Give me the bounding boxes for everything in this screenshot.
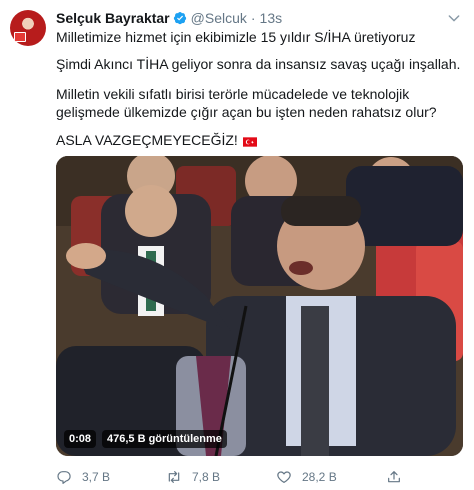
tweet-line-1: Milletimize hizmet için ekibimizle 15 yı…: [56, 29, 416, 45]
tweet-line-4-text: ASLA VAZGEÇMEYECEĞİZ!: [56, 132, 238, 148]
retweet-icon: [168, 471, 180, 483]
turkey-flag-icon: [242, 137, 257, 147]
avatar-flag-badge: [14, 32, 26, 42]
reply-count: 3,7 B: [82, 470, 111, 484]
like-count: 28,2 B: [302, 470, 337, 484]
video-thumbnail: [56, 156, 463, 456]
tweet-line-2: Şimdi Akıncı TİHA geliyor sonra da insan…: [56, 56, 461, 72]
share-icon: [388, 471, 400, 483]
tweet: Selçuk Bayraktar @Selcuk · 13s Milletimi…: [0, 0, 474, 490]
like-button[interactable]: 28,2 B: [276, 469, 337, 485]
video-player[interactable]: 0:08 476,5 B görüntülenme: [56, 156, 463, 456]
author-handle[interactable]: @Selcuk: [191, 10, 247, 26]
tweet-header: Selçuk Bayraktar @Selcuk · 13s: [56, 9, 282, 27]
tweet-timestamp[interactable]: 13s: [260, 10, 283, 26]
avatar[interactable]: [10, 10, 46, 46]
tweet-text: Milletimize hizmet için ekibimizle 15 yı…: [56, 28, 460, 148]
tweet-line-3: Milletin vekili sıfatlı birisi terörle m…: [56, 86, 437, 120]
retweet-button[interactable]: 7,8 B: [166, 469, 220, 485]
like-icon: [277, 471, 291, 483]
tweet-actions: 3,7 B 7,8 B 28,2 B: [56, 469, 456, 485]
verified-badge-icon: [173, 12, 186, 25]
separator-dot: ·: [250, 10, 256, 26]
author-name[interactable]: Selçuk Bayraktar: [56, 10, 170, 26]
video-duration: 0:08: [64, 430, 97, 448]
reply-button[interactable]: 3,7 B: [56, 469, 110, 485]
retweet-count: 7,8 B: [192, 470, 221, 484]
tweet-line-4: ASLA VAZGEÇMEYECEĞİZ!: [56, 131, 257, 149]
share-button[interactable]: [386, 469, 412, 485]
reply-icon: [57, 471, 71, 484]
chevron-down-icon[interactable]: [446, 10, 462, 26]
video-view-count: 476,5 B görüntülenme: [102, 430, 227, 448]
